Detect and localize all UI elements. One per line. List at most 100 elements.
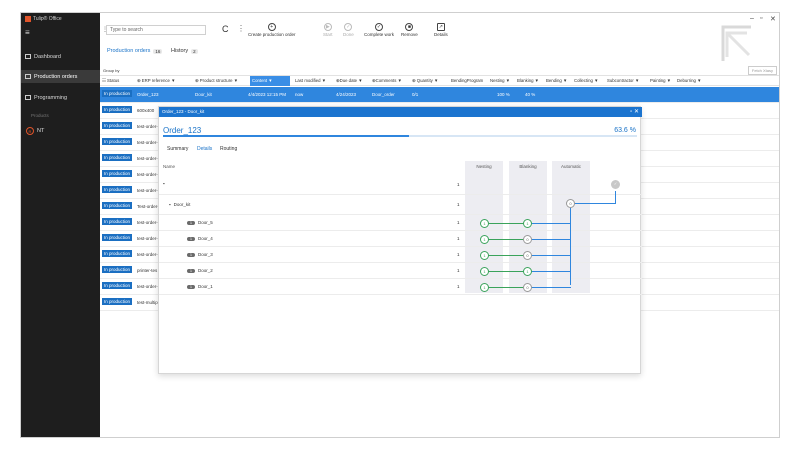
refresh-icon[interactable]: C bbox=[222, 24, 229, 34]
maximize-icon[interactable]: ▫ bbox=[760, 15, 762, 22]
order-progress-bar bbox=[163, 135, 637, 137]
table-row[interactable]: In production Order_123 Door_kit 4/4/202… bbox=[100, 87, 779, 103]
done-button[interactable]: ✓ Done bbox=[343, 23, 354, 37]
column-header-due-date[interactable]: ⊕Due date ▼ bbox=[336, 76, 363, 86]
remove-button[interactable]: ■ Remove bbox=[401, 23, 418, 37]
complete-work-button[interactable]: ✓ Complete work bbox=[364, 23, 394, 37]
status-badge: In production bbox=[102, 138, 133, 145]
column-header-painting[interactable]: Painting ▼ bbox=[650, 76, 671, 86]
column-header-subcontractor[interactable]: Subcontractor ▼ bbox=[607, 76, 639, 86]
erp-reference-cell: test-order- bbox=[137, 220, 158, 225]
tree-qty: 1 bbox=[457, 220, 460, 225]
button-label: Complete work bbox=[364, 32, 395, 37]
nesting-node[interactable]: 1 bbox=[480, 267, 489, 276]
status-badge: In production bbox=[102, 218, 133, 225]
routing-connector bbox=[574, 203, 616, 204]
search-input[interactable]: Type to search bbox=[106, 25, 206, 35]
blanking-node[interactable]: 1 bbox=[523, 267, 532, 276]
column-header-nesting[interactable]: Nesting ▼ bbox=[490, 76, 510, 86]
arrow-logo-icon bbox=[721, 25, 751, 61]
group-by-label[interactable]: Group by bbox=[103, 68, 119, 73]
sidebar-item-user[interactable]: R NT bbox=[26, 127, 44, 135]
routing-connector bbox=[531, 223, 571, 224]
fetch-button[interactable]: Fetch Xtasy bbox=[747, 66, 777, 75]
hamburger-menu-icon[interactable]: ≡ bbox=[25, 28, 30, 37]
column-header-bending-program[interactable]: BendingProgram bbox=[451, 76, 483, 86]
tab-details[interactable]: Details bbox=[197, 146, 212, 152]
column-header-quantity[interactable]: ⊕ Quantity ▼ bbox=[412, 76, 438, 86]
status-badge: In production bbox=[102, 122, 133, 129]
column-header-collecting[interactable]: Collecting ▼ bbox=[574, 76, 598, 86]
nesting-node[interactable]: 1 bbox=[480, 283, 489, 292]
column-header-last-modified[interactable]: Last modified ▼ bbox=[295, 76, 326, 86]
column-header-blanking[interactable]: Blanking ▼ bbox=[517, 76, 539, 86]
status-badge: In production bbox=[102, 170, 133, 177]
create-production-order-button[interactable]: + Create production order bbox=[248, 23, 296, 37]
tab-production-orders[interactable]: Production orders 16 bbox=[107, 48, 163, 54]
table-header: ☷ Status ⊕ ERP reference ▼ ⊕ Product str… bbox=[100, 75, 779, 86]
tree-item-label: Door_4 bbox=[197, 236, 213, 241]
column-header-comments[interactable]: ⊕Comments ▼ bbox=[372, 76, 402, 86]
expand-root-icon[interactable]: ▪ bbox=[163, 181, 168, 186]
erp-reference-cell: test-order- bbox=[137, 124, 158, 129]
tab-label: History bbox=[171, 48, 189, 54]
tab-routing[interactable]: Routing bbox=[220, 146, 237, 152]
dialog-close-icon[interactable]: ✕ bbox=[634, 109, 639, 115]
app-logo-icon bbox=[25, 16, 31, 22]
qty-pill: 1 bbox=[187, 236, 195, 241]
tab-label: Production orders bbox=[107, 48, 151, 54]
column-header-bending[interactable]: Bending ▼ bbox=[546, 76, 567, 86]
column-header-erp-reference[interactable]: ⊕ ERP reference ▼ bbox=[137, 76, 175, 86]
status-badge: In production bbox=[102, 266, 133, 273]
progress-fill bbox=[163, 135, 410, 137]
start-button[interactable]: ▶ Start bbox=[323, 23, 333, 37]
automatic-done-icon: ✓ bbox=[611, 180, 620, 189]
details-button[interactable]: ↗ Details bbox=[434, 23, 448, 37]
close-icon[interactable]: ✕ bbox=[770, 15, 776, 23]
order-title: Order_123 bbox=[163, 126, 202, 135]
order-progress-percent: 63.6 % bbox=[614, 127, 636, 134]
sidebar-item-label: Production orders bbox=[34, 73, 78, 80]
button-label: Create production order bbox=[248, 32, 296, 37]
column-header-status[interactable]: ☷ Status bbox=[102, 76, 119, 86]
nesting-node[interactable]: 1 bbox=[480, 219, 489, 228]
routing-connector bbox=[531, 287, 571, 288]
status-badge: In production bbox=[102, 234, 133, 241]
blanking-node[interactable]: 1 bbox=[523, 219, 532, 228]
sidebar-section-label: Products bbox=[31, 113, 49, 118]
routing-connector bbox=[531, 255, 571, 256]
tree-qty: 1 bbox=[457, 252, 460, 257]
nesting-node[interactable]: 1 bbox=[480, 251, 489, 260]
dialog-header: Order_123 - Door_kit ▫ ✕ bbox=[159, 107, 642, 117]
more-options-icon[interactable]: ⋮ bbox=[237, 24, 245, 33]
routing-connector bbox=[488, 255, 526, 256]
tree-row-root[interactable]: ▪ 1 bbox=[159, 173, 642, 195]
blanking-node[interactable]: 0 bbox=[523, 251, 532, 260]
automatic-node[interactable]: 0 bbox=[566, 199, 575, 208]
user-avatar-icon: R bbox=[26, 127, 34, 135]
tree-item-label: Door_5 bbox=[197, 220, 213, 225]
erp-reference-cell: test-order- bbox=[137, 284, 158, 289]
last-modified-relative-cell: now bbox=[295, 92, 304, 97]
sidebar-item-production-orders[interactable]: Production orders bbox=[21, 70, 100, 83]
dialog-maximize-icon[interactable]: ▫ bbox=[630, 109, 632, 115]
blanking-node[interactable]: 0 bbox=[523, 235, 532, 244]
column-header-deburring[interactable]: Deburring ▼ bbox=[677, 76, 701, 86]
sidebar-item-programming[interactable]: Programming bbox=[21, 91, 100, 104]
column-header-product-structure[interactable]: ⊕ Product structure ▼ bbox=[195, 76, 238, 86]
erp-reference-cell: test-order- bbox=[137, 188, 158, 193]
dashboard-icon bbox=[25, 54, 31, 59]
tree-item-label: Door_kit bbox=[173, 202, 191, 207]
tree-item-door-kit: ▪ Door_kit bbox=[169, 202, 191, 207]
nesting-node[interactable]: 1 bbox=[480, 235, 489, 244]
column-header-content[interactable]: Content ▼ bbox=[250, 76, 290, 86]
routing-connector bbox=[570, 208, 571, 285]
tab-history[interactable]: History 2 bbox=[171, 48, 198, 54]
tab-summary[interactable]: Summary bbox=[167, 146, 188, 152]
blanking-node[interactable]: 0 bbox=[523, 283, 532, 292]
erp-reference-cell: test-multip bbox=[137, 300, 158, 305]
sidebar-item-dashboard[interactable]: Dashboard bbox=[21, 50, 100, 63]
tree-item-door-3: 1 Door_3 bbox=[187, 252, 213, 257]
erp-reference-cell: printer-tes bbox=[137, 268, 158, 273]
sidebar-item-label: Programming bbox=[34, 94, 68, 101]
